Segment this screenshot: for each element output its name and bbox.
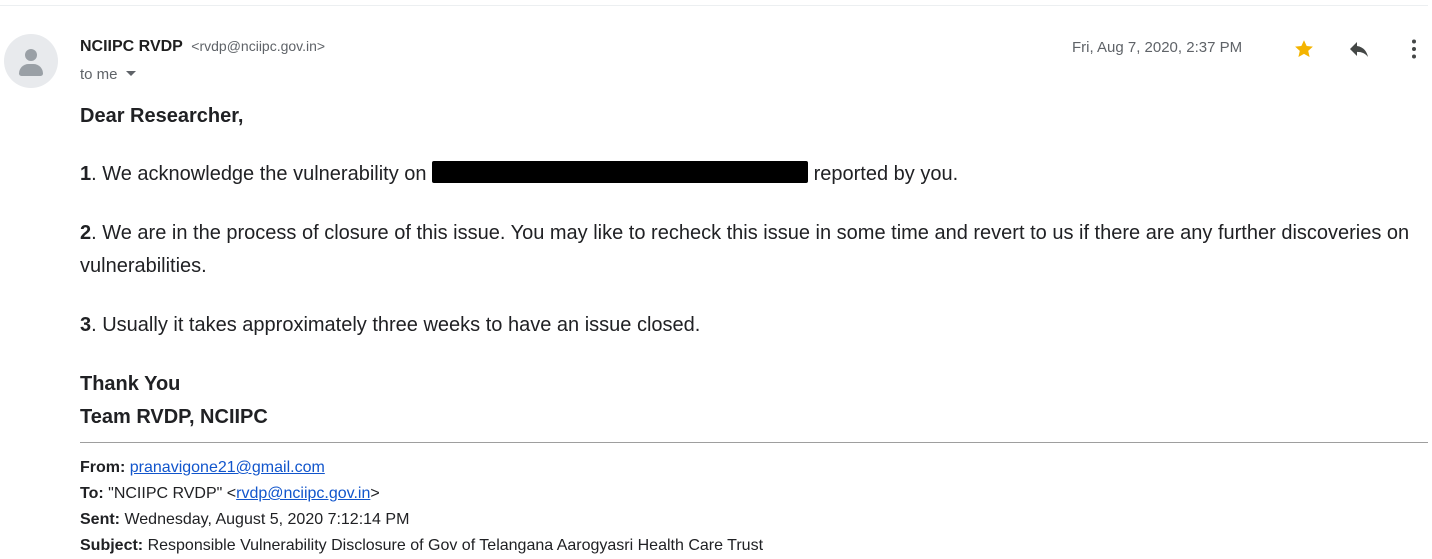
chevron-down-icon[interactable] <box>125 71 136 76</box>
message-date: Fri, Aug 7, 2020, 2:37 PM <box>1072 39 1243 56</box>
body-point-1: 1. We acknowledge the vulnerability on r… <box>80 158 1420 191</box>
recipient-label: to me <box>80 66 118 83</box>
sent-label: Sent: <box>80 511 120 528</box>
point-number: 3 <box>80 314 92 336</box>
sender-line: NCIIPC RVDP <rvdp@nciipc.gov.in> <box>80 38 325 56</box>
body-point-2: 2. We are in the process of closure of t… <box>80 217 1420 283</box>
point-number: 2 <box>80 222 92 244</box>
quoted-to-line: To: "NCIIPC RVDP" <rvdp@nciipc.gov.in> <box>80 481 380 507</box>
to-close: > <box>370 485 380 502</box>
point-text: . We acknowledge the vulnerability on <box>91 163 433 185</box>
from-email-link[interactable]: pranavigone21@gmail.com <box>130 459 325 476</box>
person-icon <box>25 49 37 61</box>
signoff: Thank You <box>80 373 181 395</box>
reply-icon <box>1350 42 1368 57</box>
more-vert-icon <box>1412 39 1416 59</box>
sent-value: Wednesday, August 5, 2020 7:12:14 PM <box>124 511 410 528</box>
to-email-link[interactable]: rvdp@nciipc.gov.in <box>236 485 370 502</box>
reply-button[interactable] <box>1345 35 1373 63</box>
sender-email: <rvdp@nciipc.gov.in> <box>191 38 326 54</box>
signature-team: Team RVDP, NCIIPC <box>80 406 268 428</box>
quote-divider <box>80 442 1428 443</box>
quoted-from-line: From: pranavigone21@gmail.com <box>80 455 325 481</box>
point-text: . We are in the process of closure of th… <box>80 222 1410 277</box>
star-icon <box>1295 40 1313 57</box>
quoted-subject-line: Subject: Responsible Vulnerability Discl… <box>80 533 763 559</box>
from-label: From: <box>80 459 126 476</box>
body-point-3: 3. Usually it takes approximately three … <box>80 309 1420 342</box>
recipient-details-toggle[interactable]: to me <box>80 66 136 83</box>
subject-label: Subject: <box>80 537 144 554</box>
top-divider <box>0 5 1428 6</box>
point-number: 1 <box>80 163 92 185</box>
to-name: "NCIIPC RVDP" < <box>108 485 237 502</box>
point-text: . Usually it takes approximately three w… <box>91 314 701 336</box>
sender-name[interactable]: NCIIPC RVDP <box>80 38 183 55</box>
greeting: Dear Researcher, <box>80 105 244 127</box>
subject-value: Responsible Vulnerability Disclosure of … <box>147 537 764 554</box>
sender-avatar[interactable] <box>4 34 58 88</box>
point-text: reported by you. <box>808 163 959 185</box>
quoted-sent-line: Sent: Wednesday, August 5, 2020 7:12:14 … <box>80 507 409 533</box>
more-options-button[interactable] <box>1400 35 1428 63</box>
redaction-bar <box>432 161 809 183</box>
star-button[interactable] <box>1290 35 1318 63</box>
to-label: To: <box>80 485 104 502</box>
